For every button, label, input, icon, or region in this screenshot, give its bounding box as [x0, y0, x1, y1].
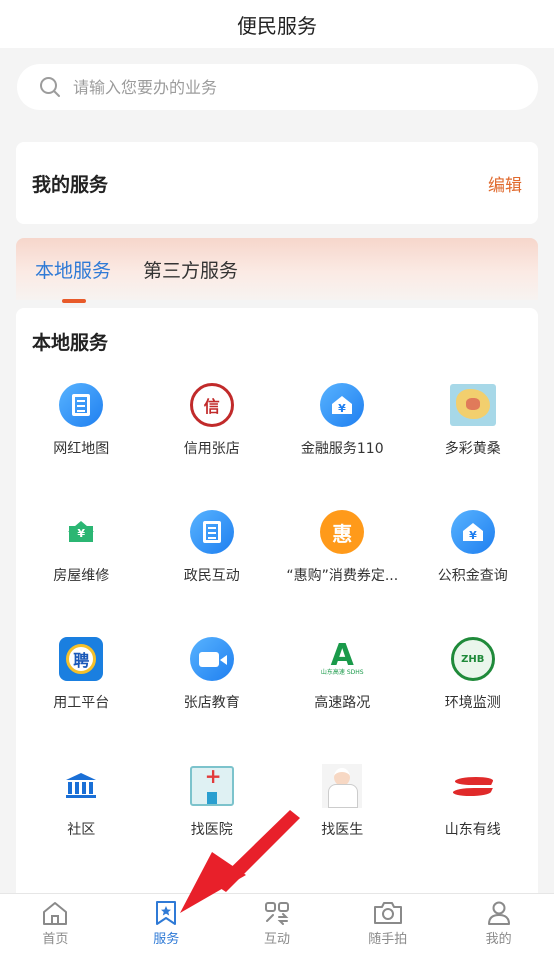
env-glyph: ZHB [450, 637, 495, 681]
service-item-gov-interaction[interactable]: 政民互动 [147, 497, 278, 624]
service-label: 政民互动 [183, 568, 240, 584]
service-item-housing-fund[interactable]: ¥ 公积金查询 [408, 497, 539, 624]
home-icon [43, 902, 68, 925]
service-item-house-repair[interactable]: ¥ 房屋维修 [16, 497, 147, 624]
service-label: “惠购”消费券定... [286, 568, 399, 584]
svg-text:¥: ¥ [469, 529, 477, 542]
doctor-icon [319, 763, 365, 809]
doc-circle-icon [58, 382, 104, 428]
service-label: 用工平台 [53, 695, 110, 711]
service-item-community[interactable]: 社区 [16, 751, 147, 878]
section-title: 本地服务 [32, 332, 109, 354]
service-item-find-doctor[interactable]: 找医生 [277, 751, 408, 878]
service-item-environment[interactable]: ZHB 环境监测 [408, 624, 539, 751]
hui-glyph: 惠 [320, 510, 365, 554]
interaction-icon [264, 902, 289, 925]
yuan-house-circle-icon: ¥ [319, 382, 365, 428]
service-item-wanghong-map[interactable]: 网红地图 [16, 370, 147, 497]
doc-circle-icon [189, 509, 235, 555]
nav-label: 服务 [153, 932, 180, 947]
search-area [0, 48, 554, 128]
credit-seal-glyph: 信 [189, 383, 234, 427]
service-tabs: 本地服务 第三方服务 [16, 238, 538, 303]
nav-label: 我的 [485, 932, 512, 947]
credit-seal-icon: 信 [189, 382, 235, 428]
tab-third-party-services[interactable]: 第三方服务 [143, 256, 238, 283]
service-item-shandong-cable[interactable]: 山东有线 [408, 751, 539, 878]
tab-local-services[interactable]: 本地服务 [35, 256, 111, 303]
service-item-duocai-huangsang[interactable]: 多彩黄桑 [408, 370, 539, 497]
green-house-icon: ¥ [58, 509, 104, 555]
service-label: 网红地图 [53, 441, 110, 457]
service-item-education[interactable]: 张店教育 [147, 624, 278, 751]
service-label: 信用张店 [183, 441, 240, 457]
recruit-icon: 聘 [58, 636, 104, 682]
hui-gou-icon: 惠 [319, 509, 365, 555]
nav-interaction[interactable]: 互动 [222, 894, 333, 953]
page-title: 便民服务 [237, 13, 317, 38]
map-icon [449, 382, 496, 428]
local-services-section: 本地服务 网红地图 信 信用张店 ¥ 金融服务110 多彩黄桑 ¥ 房屋维修 政… [16, 308, 538, 898]
bank-building-icon [58, 763, 104, 809]
top-bar: 便民服务 [0, 0, 554, 48]
nav-services[interactable]: 服务 [111, 894, 222, 953]
my-services-title: 我的服务 [32, 173, 109, 196]
service-label: 找医生 [321, 822, 364, 838]
service-label: 金融服务110 [300, 441, 384, 457]
service-label: 环境监测 [444, 695, 501, 711]
service-label: 公积金查询 [437, 568, 508, 584]
search-input[interactable] [73, 77, 493, 97]
service-label: 找医院 [190, 822, 233, 838]
nav-label: 随手拍 [368, 932, 408, 947]
bookmark-star-icon [156, 901, 177, 925]
service-item-credit-zhangdian[interactable]: 信 信用张店 [147, 370, 278, 497]
svg-text:¥: ¥ [338, 402, 346, 415]
service-label: 房屋维修 [53, 568, 110, 584]
service-label: 高速路况 [314, 695, 371, 711]
service-item-find-hospital[interactable]: 找医院 [147, 751, 278, 878]
highway-icon: A 山东高速 SDHS [320, 637, 364, 676]
my-services-card: 我的服务 编辑 [16, 142, 538, 224]
nav-label: 首页 [42, 932, 69, 947]
service-label: 张店教育 [183, 695, 240, 711]
nav-snapshot[interactable]: 随手拍 [332, 894, 443, 953]
bottom-nav: 首页 服务 互动 随手拍 我的 [0, 893, 554, 953]
environment-icon: ZHB [450, 636, 496, 682]
recruit-glyph: 聘 [66, 644, 97, 674]
service-label: 社区 [67, 822, 96, 838]
hospital-icon [189, 763, 235, 809]
edit-button[interactable]: 编辑 [488, 171, 522, 196]
search-icon [40, 77, 60, 97]
user-icon [487, 901, 510, 925]
sd-cable-logo-icon [450, 763, 496, 809]
service-label: 多彩黄桑 [444, 441, 501, 457]
nav-home[interactable]: 首页 [0, 894, 111, 953]
nav-label: 互动 [263, 932, 290, 947]
service-item-employment[interactable]: 聘 用工平台 [16, 624, 147, 751]
search-box[interactable] [17, 64, 538, 110]
service-label: 山东有线 [444, 822, 501, 838]
video-icon [189, 636, 235, 682]
yuan-house-circle-icon: ¥ [450, 509, 496, 555]
highway-sub-glyph: 山东高速 SDHS [320, 668, 364, 676]
service-grid: 网红地图 信 信用张店 ¥ 金融服务110 多彩黄桑 ¥ 房屋维修 政民互动 惠… [16, 370, 538, 878]
service-item-highway[interactable]: A 山东高速 SDHS 高速路况 [277, 624, 408, 751]
service-item-huigou-coupon[interactable]: 惠 “惠购”消费券定... [277, 497, 408, 624]
service-item-finance-110[interactable]: ¥ 金融服务110 [277, 370, 408, 497]
camera-icon [373, 902, 402, 924]
nav-mine[interactable]: 我的 [443, 894, 554, 953]
